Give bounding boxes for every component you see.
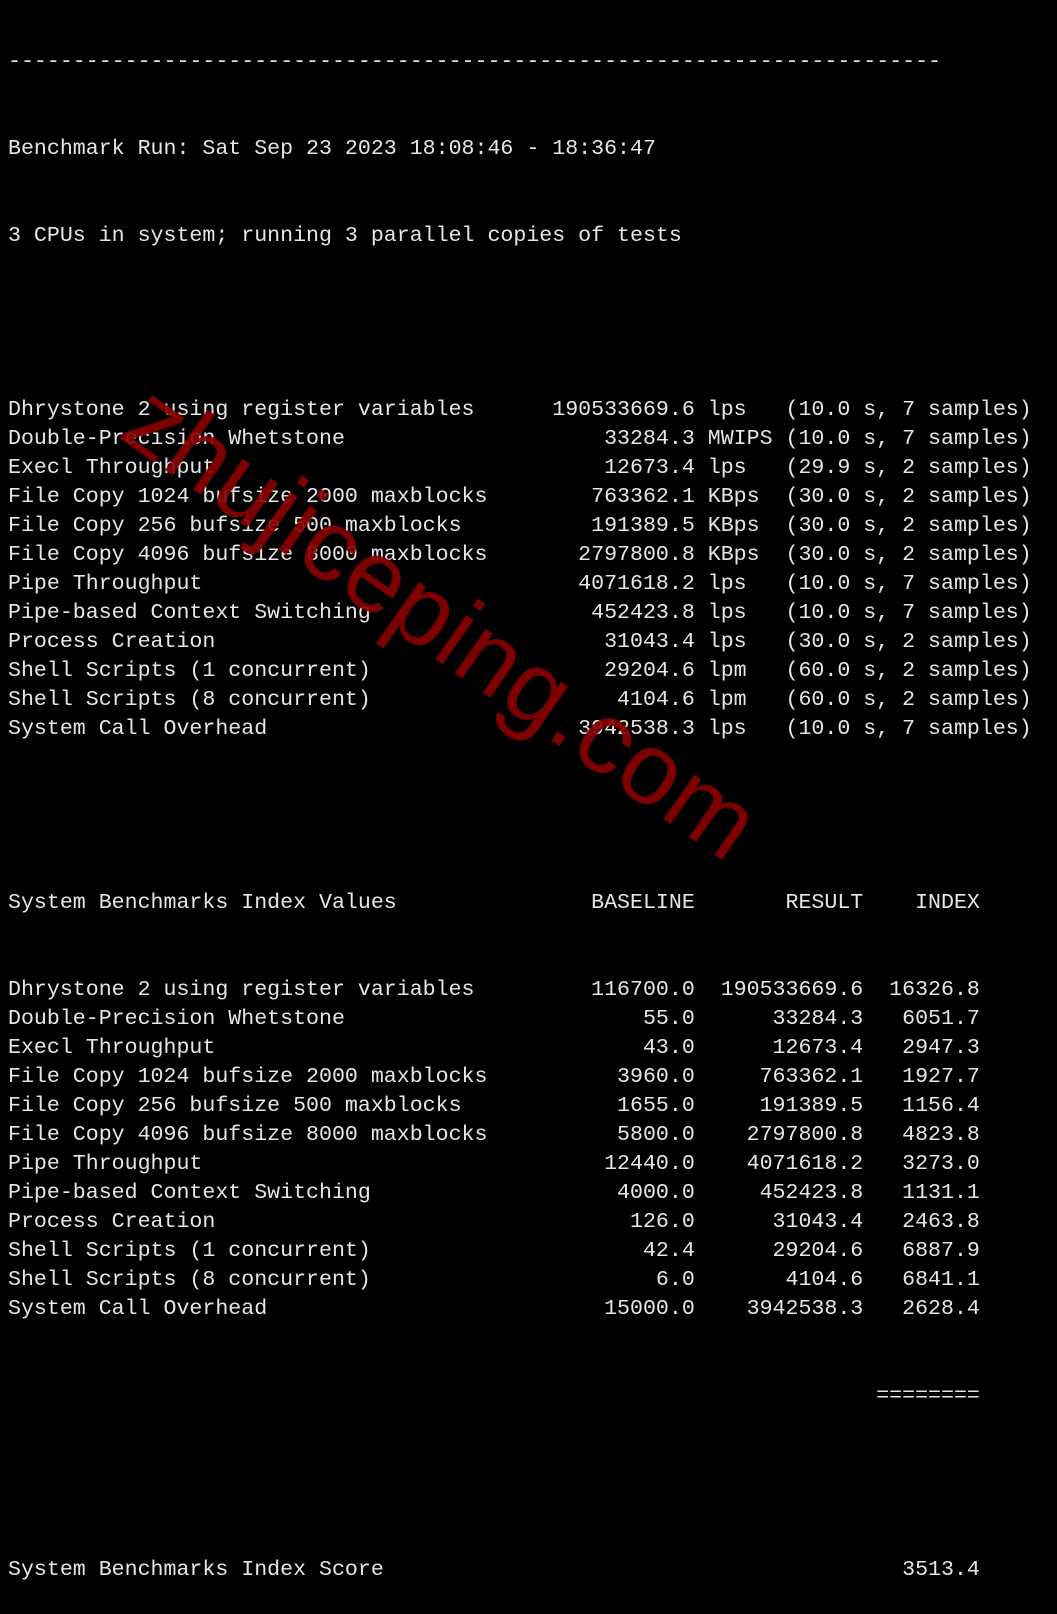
index-value-row: Pipe-based Context Switching 4000.0 4524… (8, 1181, 980, 1205)
index-header-line: System Benchmarks Index Values BASELINE … (8, 891, 980, 915)
index-value-row: Dhrystone 2 using register variables 116… (8, 978, 980, 1002)
index-value-row: File Copy 4096 bufsize 8000 maxblocks 58… (8, 1123, 980, 1147)
index-value-row: Shell Scripts (8 concurrent) 6.0 4104.6 … (8, 1268, 980, 1292)
index-value-row: System Call Overhead 15000.0 3942538.3 2… (8, 1297, 980, 1321)
raw-result-row: Process Creation 31043.4 lps (30.0 s, 2 … (8, 630, 1032, 654)
index-value-row: File Copy 1024 bufsize 2000 maxblocks 39… (8, 1065, 980, 1089)
raw-result-row: Execl Throughput 12673.4 lps (29.9 s, 2 … (8, 456, 1032, 480)
index-value-row: Process Creation 126.0 31043.4 2463.8 (8, 1210, 980, 1234)
index-values-block: Dhrystone 2 using register variables 116… (8, 976, 1032, 1324)
raw-results-block: Dhrystone 2 using register variables 190… (8, 396, 1032, 744)
raw-result-row: Double-Precision Whetstone 33284.3 MWIPS… (8, 427, 1032, 451)
raw-result-row: File Copy 1024 bufsize 2000 maxblocks 76… (8, 485, 1032, 509)
raw-result-row: Shell Scripts (1 concurrent) 29204.6 lpm… (8, 659, 1032, 683)
separator-line: ----------------------------------------… (8, 50, 942, 74)
terminal-output: ----------------------------------------… (8, 0, 1032, 1614)
index-value-row: Pipe Throughput 12440.0 4071618.2 3273.0 (8, 1152, 980, 1176)
raw-result-row: Pipe-based Context Switching 452423.8 lp… (8, 601, 1032, 625)
raw-result-row: File Copy 4096 bufsize 8000 maxblocks 27… (8, 543, 1032, 567)
raw-result-row: Dhrystone 2 using register variables 190… (8, 398, 1032, 422)
benchmark-run-line: Benchmark Run: Sat Sep 23 2023 18:08:46 … (8, 137, 656, 161)
cpu-info-line: 3 CPUs in system; running 3 parallel cop… (8, 224, 682, 248)
index-value-row: Double-Precision Whetstone 55.0 33284.3 … (8, 1007, 980, 1031)
raw-result-row: Pipe Throughput 4071618.2 lps (10.0 s, 7… (8, 572, 1032, 596)
index-value-row: Execl Throughput 43.0 12673.4 2947.3 (8, 1036, 980, 1060)
index-value-row: File Copy 256 bufsize 500 maxblocks 1655… (8, 1094, 980, 1118)
total-separator-line: ======== (8, 1384, 980, 1408)
raw-result-row: System Call Overhead 3942538.3 lps (10.0… (8, 717, 1032, 741)
index-score-line: System Benchmarks Index Score 3513.4 (8, 1558, 980, 1582)
index-value-row: Shell Scripts (1 concurrent) 42.4 29204.… (8, 1239, 980, 1263)
raw-result-row: Shell Scripts (8 concurrent) 4104.6 lpm … (8, 688, 1032, 712)
raw-result-row: File Copy 256 bufsize 500 maxblocks 1913… (8, 514, 1032, 538)
